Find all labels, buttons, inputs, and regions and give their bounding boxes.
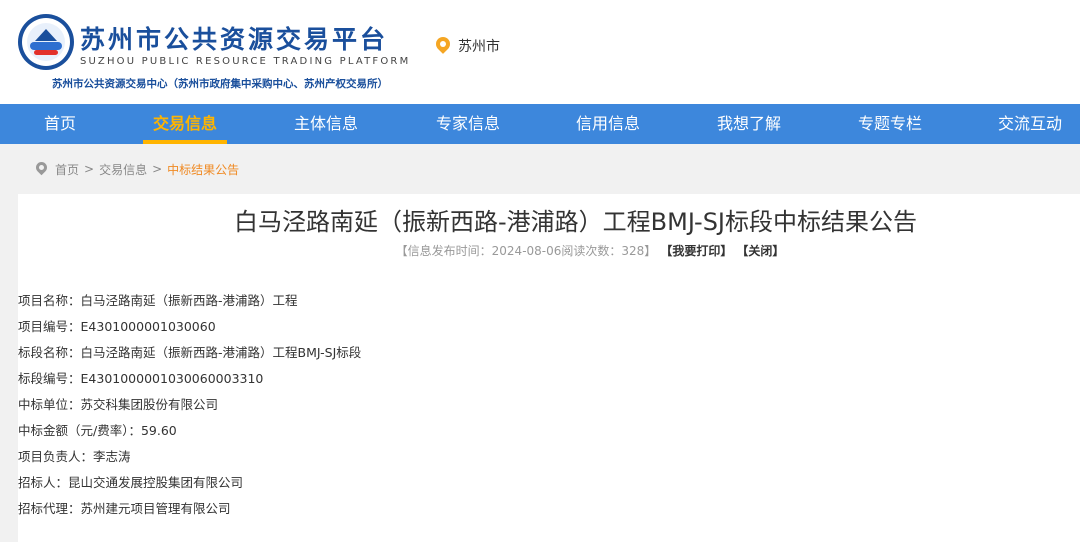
location-icon <box>33 159 50 176</box>
breadcrumb-trading-info[interactable]: 交易信息 <box>99 161 147 178</box>
main-nav: 首页 交易信息 主体信息 专家信息 信用信息 我想了解 专题专栏 交流互动 <box>0 104 1080 144</box>
publish-info: 【信息发布时间：2024-08-06阅读次数：328】 <box>395 244 657 258</box>
emblem-logo-icon[interactable] <box>18 14 74 70</box>
nav-item-special-topics[interactable]: 专题专栏 <box>830 104 950 144</box>
breadcrumb-separator: > <box>152 162 163 176</box>
nav-item-credit-info[interactable]: 信用信息 <box>548 104 668 144</box>
nav-item-interaction[interactable]: 交流互动 <box>970 104 1080 144</box>
site-header: 苏州市公共资源交易平台 SUZHOU PUBLIC RESOURCE TRADI… <box>0 0 1080 104</box>
field-project-manager: 项目负责人：李志涛 <box>18 449 131 464</box>
article-panel: 白马泾路南延（振新西路-港浦路）工程BMJ-SJ标段中标结果公告 【信息发布时间… <box>18 194 1080 542</box>
map-pin-icon <box>433 34 453 55</box>
site-subtitle: 苏州市公共资源交易中心（苏州市政府集中采购中心、苏州产权交易所） <box>52 78 388 90</box>
breadcrumb-separator: > <box>84 162 95 176</box>
breadcrumb-current: 中标结果公告 <box>167 162 240 177</box>
field-tender-agent: 招标代理：苏州建元项目管理有限公司 <box>18 501 231 516</box>
breadcrumb-home[interactable]: 首页 <box>55 161 79 178</box>
field-project-number: 项目编号：E4301000001030060 <box>18 319 216 334</box>
field-project-name: 项目名称：白马泾路南延（振新西路-港浦路）工程 <box>18 293 298 308</box>
location-selector[interactable]: 苏州市 <box>433 34 500 56</box>
nav-item-expert-info[interactable]: 专家信息 <box>408 104 528 144</box>
location-label: 苏州市 <box>458 39 500 55</box>
article-fields: 项目名称：白马泾路南延（振新西路-港浦路）工程 项目编号：E4301000001… <box>18 292 361 526</box>
site-title[interactable]: 苏州市公共资源交易平台 <box>80 20 388 56</box>
nav-item-home[interactable]: 首页 <box>0 104 120 144</box>
field-section-name: 标段名称：白马泾路南延（振新西路-港浦路）工程BMJ-SJ标段 <box>18 345 362 360</box>
site-title-en: SUZHOU PUBLIC RESOURCE TRADING PLATFORM <box>80 56 411 67</box>
field-winning-bidder: 中标单位：苏交科集团股份有限公司 <box>18 397 219 412</box>
article-title: 白马泾路南延（振新西路-港浦路）工程BMJ-SJ标段中标结果公告 <box>233 208 918 236</box>
nav-item-learn-more[interactable]: 我想了解 <box>689 104 809 144</box>
breadcrumb: 首页 > 交易信息 > 中标结果公告 <box>33 159 240 178</box>
field-section-number: 标段编号：E4301000001030060003310 <box>18 371 264 386</box>
close-button[interactable]: 【关闭】 <box>742 244 784 258</box>
nav-item-trading-info[interactable]: 交易信息 <box>125 104 245 144</box>
nav-item-entity-info[interactable]: 主体信息 <box>266 104 386 144</box>
article-meta: 【信息发布时间：2024-08-06阅读次数：328】 【我要打印】 【关闭】 <box>18 242 1080 259</box>
print-button[interactable]: 【我要打印】 <box>666 244 732 258</box>
field-tenderer: 招标人：昆山交通发展控股集团有限公司 <box>18 475 244 490</box>
field-winning-amount: 中标金额（元/费率）：59.60 <box>18 423 177 438</box>
